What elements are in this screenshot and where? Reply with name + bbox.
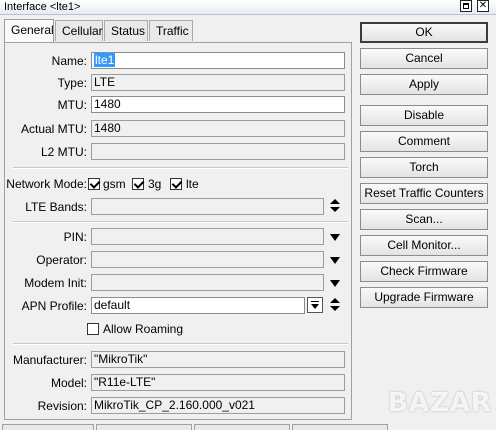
actual-mtu-label: Actual MTU: <box>20 122 87 136</box>
name-label: Name: <box>51 54 87 68</box>
status-segment <box>2 424 94 430</box>
torch-button[interactable]: Torch <box>360 157 488 178</box>
modem-init-field[interactable] <box>91 274 324 291</box>
apn-profile-updown-icon[interactable] <box>330 297 340 313</box>
lte-label: lte <box>186 177 199 191</box>
gsm-label: gsm <box>103 177 126 191</box>
separator <box>13 343 348 345</box>
ok-button[interactable]: OK <box>360 22 488 43</box>
cancel-button[interactable]: Cancel <box>360 48 488 69</box>
gsm-checkbox[interactable] <box>88 178 100 190</box>
tab-status[interactable]: Status <box>104 20 148 41</box>
maximize-icon[interactable] <box>460 0 472 12</box>
title-bar[interactable]: Interface <lte1> ✕ <box>0 0 496 15</box>
tab-cellular[interactable]: Cellular <box>55 20 103 41</box>
name-field[interactable]: lte1 <box>91 52 345 69</box>
apn-profile-label: APN Profile: <box>21 299 87 313</box>
apn-profile-select[interactable]: default <box>91 297 305 314</box>
watermark-logo: BAZAR <box>388 388 492 418</box>
revision-label: Revision: <box>37 399 87 413</box>
status-segment <box>292 424 388 430</box>
allow-roaming-checkbox[interactable] <box>87 323 99 335</box>
type-label: Type: <box>57 76 87 90</box>
scan-button[interactable]: Scan... <box>360 209 488 230</box>
separator <box>13 221 348 223</box>
operator-label: Operator: <box>36 253 87 267</box>
pin-dropdown-icon[interactable] <box>330 234 340 241</box>
network-mode-label: Network Mode: <box>6 177 87 191</box>
tab-general[interactable]: General <box>4 19 54 42</box>
l2-mtu-label: L2 MTU: <box>40 145 87 159</box>
pin-field[interactable] <box>91 228 324 245</box>
type-field: LTE <box>91 74 345 91</box>
operator-field[interactable] <box>91 251 324 268</box>
manufacturer-field: "MikroTik" <box>91 351 345 368</box>
operator-dropdown-icon[interactable] <box>330 257 340 264</box>
modem-init-dropdown-icon[interactable] <box>330 280 340 287</box>
mtu-label: MTU: <box>57 98 87 112</box>
separator <box>13 167 348 169</box>
lte-bands-updown-icon[interactable] <box>330 198 340 214</box>
lte-bands-field[interactable] <box>91 198 324 215</box>
mtu-field[interactable]: 1480 <box>91 96 345 113</box>
name-value: lte1 <box>94 53 116 67</box>
general-panel: Name: lte1 Type: LTE MTU: 1480 Actual MT… <box>4 42 352 420</box>
close-icon[interactable]: ✕ <box>477 0 489 12</box>
model-label: Model: <box>50 376 87 390</box>
window-title: Interface <lte1> <box>4 1 81 13</box>
check-firmware-button[interactable]: Check Firmware <box>360 261 488 282</box>
manufacturer-label: Manufacturer: <box>12 353 87 367</box>
status-segment <box>194 424 290 430</box>
allow-roaming-label: Allow Roaming <box>103 322 184 336</box>
lte-checkbox[interactable] <box>170 178 182 190</box>
reset-traffic-counters-button[interactable]: Reset Traffic Counters <box>360 183 488 204</box>
lte-bands-label: LTE Bands: <box>25 200 87 214</box>
pin-label: PIN: <box>63 230 87 244</box>
3g-checkbox[interactable] <box>132 178 144 190</box>
actual-mtu-field: 1480 <box>91 120 345 137</box>
modem-init-label: Modem Init: <box>24 276 87 290</box>
apply-button[interactable]: Apply <box>360 74 488 95</box>
disable-button[interactable]: Disable <box>360 105 488 126</box>
l2-mtu-field <box>91 143 345 160</box>
apn-profile-dropdown-icon[interactable] <box>307 297 323 313</box>
cell-monitor-button[interactable]: Cell Monitor... <box>360 235 488 256</box>
status-segment <box>96 424 192 430</box>
tab-traffic[interactable]: Traffic <box>149 20 193 41</box>
comment-button[interactable]: Comment <box>360 131 488 152</box>
3g-label: 3g <box>148 177 162 191</box>
model-field: "R11e-LTE" <box>91 374 345 391</box>
revision-field: MikroTik_CP_2.160.000_v021 <box>91 397 345 414</box>
upgrade-firmware-button[interactable]: Upgrade Firmware <box>360 287 488 308</box>
